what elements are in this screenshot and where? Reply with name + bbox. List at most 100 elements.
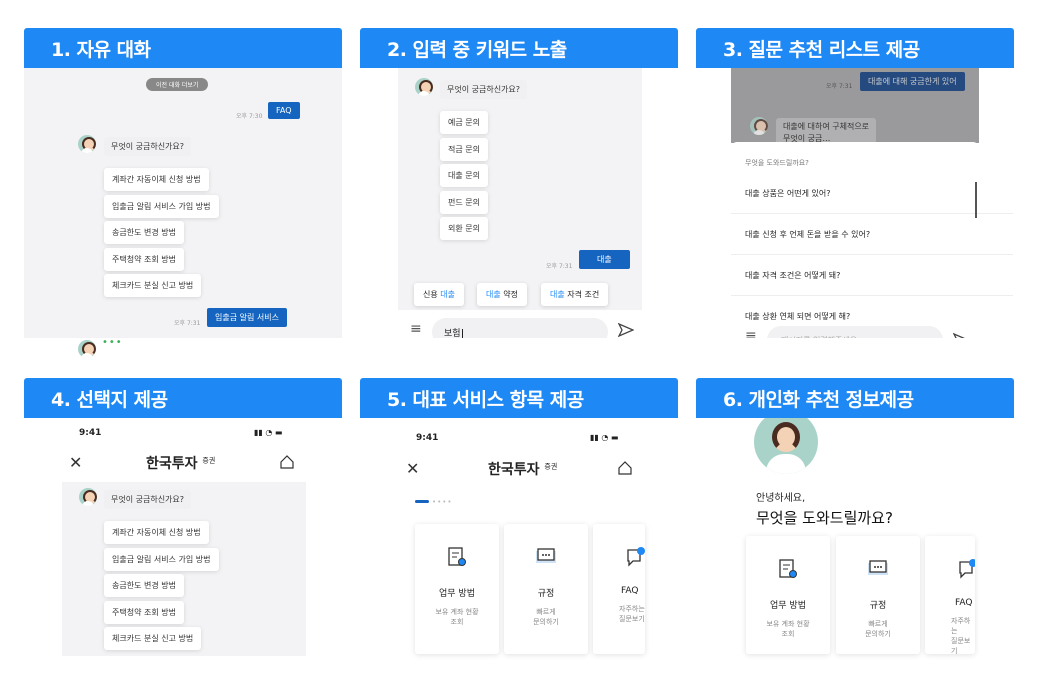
status-icons: ▮▮ ◔ ▬ xyxy=(254,428,283,437)
user-message: 입출금 알림 서비스 xyxy=(207,308,287,327)
card-subtitle: 보유 계좌 현황 조회 xyxy=(435,608,479,626)
option-button[interactable]: 입출금 알림 서비스 가입 방법 xyxy=(104,195,219,218)
home-icon[interactable] xyxy=(280,454,294,473)
option-button[interactable]: 주택청약 조회 방법 xyxy=(104,601,184,624)
card-title: 업무 방법 xyxy=(439,589,475,599)
chip-keyword: 대출 xyxy=(486,290,501,299)
keyword-chip[interactable]: 대출 약정 xyxy=(477,283,527,306)
load-previous-button[interactable]: 이전 대화 더보기 xyxy=(146,78,209,91)
bot-avatar xyxy=(78,135,96,153)
card-subtitle: 보유 계좌 현황 조회 xyxy=(766,620,810,638)
status-clock: 9:41 xyxy=(79,428,102,438)
service-card[interactable]: FAQ 자주하는 질문보기 xyxy=(593,524,645,654)
menu-icon[interactable]: ≡ xyxy=(410,321,422,337)
keyword-chip[interactable]: 대출 자격 조건 xyxy=(541,283,609,306)
card-subtitle: 자주하는 질문보기 xyxy=(951,617,971,654)
document-search-icon xyxy=(446,546,468,568)
panel-title: 2. 입력 중 키워드 노출 xyxy=(360,28,678,68)
user-message: FAQ xyxy=(268,102,300,119)
brand-sub: 증권 xyxy=(202,456,216,465)
bot-question: 무엇이 궁금하신가요? xyxy=(104,490,192,509)
service-card[interactable]: 규정 빠르게 문의하기 xyxy=(504,524,588,654)
bot-avatar xyxy=(415,78,433,96)
option-button[interactable]: 대출 문의 xyxy=(440,164,488,187)
typing-indicator: ••• xyxy=(102,337,123,348)
option-button[interactable]: 외환 문의 xyxy=(440,217,488,240)
timestamp: 오후 7:30 xyxy=(236,113,263,120)
card-title: 규정 xyxy=(869,601,887,611)
panel-question-list: 3. 질문 추천 리스트 제공 오후 7:31 대출에 대해 궁금한게 있어 대… xyxy=(696,28,1014,338)
card-title: FAQ xyxy=(955,598,973,608)
scrollbar[interactable] xyxy=(975,182,977,218)
close-icon[interactable]: ✕ xyxy=(69,453,82,472)
option-button[interactable]: 체크카드 분실 신고 방법 xyxy=(104,274,202,297)
card-subtitle: 빠르게 문의하기 xyxy=(533,608,559,626)
text-cursor xyxy=(461,329,463,338)
input-bar: ≡ 메시지를 입력해주세요. xyxy=(731,322,979,338)
bot-avatar xyxy=(79,488,97,506)
chip-text: 약정 xyxy=(500,290,518,299)
timestamp: 오후 7:31 xyxy=(826,83,853,90)
chip-keyword: 대출 xyxy=(440,290,455,299)
panel-service-items: 5. 대표 서비스 항목 제공 9:41 ▮▮ ◔ ▬ ✕ 한국투자 증권 ••… xyxy=(360,378,678,688)
page-indicator-active xyxy=(415,500,429,503)
option-button[interactable]: 적금 문의 xyxy=(440,138,488,161)
option-button[interactable]: 주택청약 조회 방법 xyxy=(104,248,184,271)
service-card[interactable]: 규정 빠르게 문의하기 xyxy=(836,536,920,654)
brand-sub: 증권 xyxy=(544,462,558,471)
input-value: 보험 xyxy=(444,329,461,338)
service-card[interactable]: FAQ 자주하는 질문보기 xyxy=(925,536,975,654)
help-chat-icon xyxy=(625,546,645,568)
option-button[interactable]: 송금한도 변경 방법 xyxy=(104,574,184,597)
assistant-avatar xyxy=(754,410,818,474)
chat-bubble-icon xyxy=(867,558,889,580)
card-subtitle: 자주하는 질문보기 xyxy=(619,605,645,623)
question-item[interactable]: 대출 상품은 어떤게 있어? xyxy=(731,174,1013,214)
greeting-headline: 무엇을 도와드릴까요? xyxy=(756,509,893,527)
bot-question: 무엇이 궁금하신가요? xyxy=(104,137,192,156)
option-button[interactable]: 입출금 알림 서비스 가입 방법 xyxy=(104,548,219,571)
send-icon[interactable] xyxy=(952,332,969,338)
option-button[interactable]: 계좌간 자동이체 신청 방법 xyxy=(104,521,209,544)
option-button[interactable]: 체크카드 분실 신고 방법 xyxy=(104,627,202,650)
page-indicator-dots: •••• xyxy=(432,498,453,506)
panel-title: 5. 대표 서비스 항목 제공 xyxy=(360,378,678,418)
send-icon[interactable] xyxy=(617,322,635,338)
close-icon[interactable]: ✕ xyxy=(406,459,419,478)
dimmed-chat: 오후 7:31 대출에 대해 궁금한게 있어 대출에 대하여 구체적으로 무엇이 … xyxy=(731,68,979,148)
panel-title: 3. 질문 추천 리스트 제공 xyxy=(696,28,1014,68)
message-input[interactable]: 보험 xyxy=(432,318,608,338)
status-icons: ▮▮ ◔ ▬ xyxy=(590,433,619,442)
brand-name: 한국투자 xyxy=(146,456,198,472)
keyword-chip[interactable]: 신용 대출 xyxy=(414,283,464,306)
timestamp: 오후 7:31 xyxy=(546,263,573,270)
sheet-title: 무엇을 도와드릴까요? xyxy=(745,159,809,167)
panel-title: 4. 선택지 제공 xyxy=(24,378,342,418)
home-icon[interactable] xyxy=(618,460,632,479)
service-card[interactable]: 업무 방법 보유 계좌 현황 조회 xyxy=(415,524,499,654)
timestamp: 오후 7:31 xyxy=(174,320,201,327)
menu-icon[interactable]: ≡ xyxy=(745,328,757,338)
bot-avatar xyxy=(78,340,96,358)
option-button[interactable]: 송금한도 변경 방법 xyxy=(104,221,184,244)
card-subtitle: 빠르게 문의하기 xyxy=(865,620,891,638)
status-clock: 9:41 xyxy=(416,433,439,443)
option-button[interactable]: 계좌간 자동이체 신청 방법 xyxy=(104,168,209,191)
panel-title: 6. 개인화 추천 정보제공 xyxy=(696,378,1014,418)
option-button[interactable]: 펀드 문의 xyxy=(440,191,488,214)
chat-area xyxy=(398,68,642,310)
help-chat-icon xyxy=(957,558,975,580)
user-message: 대출에 대해 궁금한게 있어 xyxy=(860,72,965,91)
option-button[interactable]: 예금 문의 xyxy=(440,111,488,134)
question-item[interactable]: 대출 자격 조건은 어떻게 돼? xyxy=(731,256,1013,296)
brand-name: 한국투자 xyxy=(488,462,540,478)
question-sheet: 무엇을 도와드릴까요? 대출 상품은 어떤게 있어? 대출 신청 후 언제 돈을… xyxy=(731,142,1013,338)
panel-free-chat: 1. 자유 대화 이전 대화 더보기 오후 7:30 FAQ 무엇이 궁금하신가… xyxy=(24,28,342,338)
chat-area: 이전 대화 더보기 오후 7:30 FAQ 무엇이 궁금하신가요? 계좌간 자동… xyxy=(24,68,342,338)
service-card[interactable]: 업무 방법 보유 계좌 현황 조회 xyxy=(746,536,830,654)
panel-choices: 4. 선택지 제공 9:41 ▮▮ ◔ ▬ ✕ 한국투자 증권 무엇이 궁금하신… xyxy=(24,378,342,688)
message-input[interactable]: 메시지를 입력해주세요. xyxy=(767,326,943,338)
question-item[interactable]: 대출 신청 후 언제 돈을 받을 수 있어? xyxy=(731,215,1013,255)
panel-keyword-suggest: 2. 입력 중 키워드 노출 무엇이 궁금하신가요? 예금 문의 적금 문의 대… xyxy=(360,28,678,338)
card-title: FAQ xyxy=(621,586,639,596)
